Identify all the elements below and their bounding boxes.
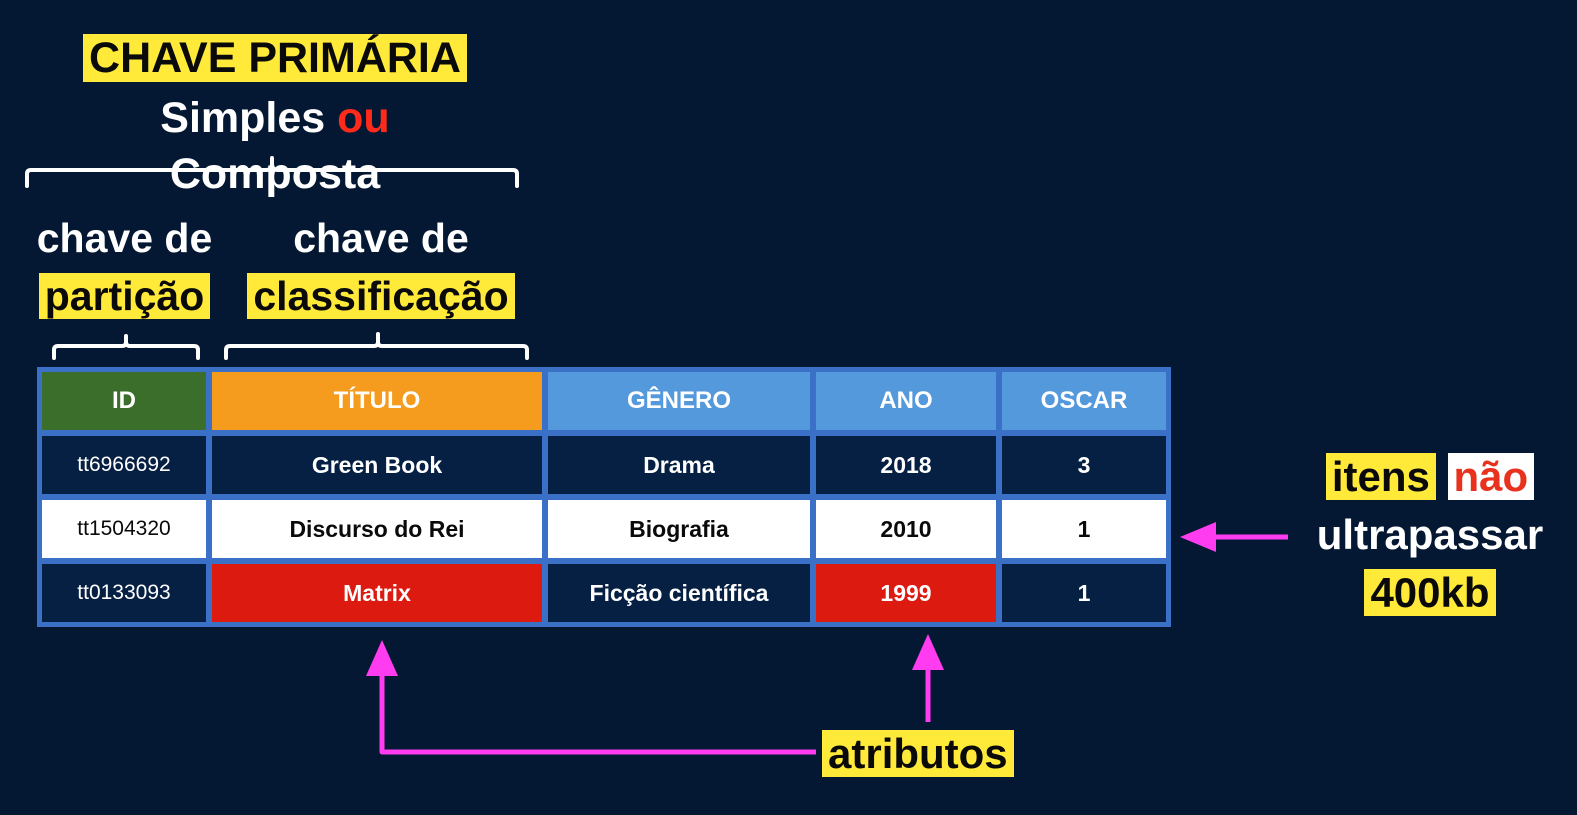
cell-oscar: 3	[1002, 436, 1166, 494]
attr-arrow-year-head	[912, 634, 944, 670]
cell-title: Discurso do Rei	[212, 500, 542, 558]
item-note-word-not: não	[1447, 453, 1535, 500]
partition-key-line2: partição	[38, 273, 211, 319]
primary-key-title-block: CHAVE PRIMÁRIA Simples ou Composta	[60, 30, 490, 202]
primary-key-title: CHAVE PRIMÁRIA	[83, 34, 467, 82]
primary-key-or: ou	[337, 94, 390, 142]
cell-oscar: 1	[1002, 500, 1166, 558]
item-note-size-limit: 400kb	[1364, 569, 1496, 616]
header-year: ANO	[816, 372, 996, 430]
attributes-label-block: atributos	[822, 726, 1014, 782]
sort-key-brace	[224, 332, 529, 360]
cell-id: tt1504320	[42, 500, 206, 558]
item-arrow-head	[1180, 522, 1216, 552]
cell-title: Green Book	[212, 436, 542, 494]
movies-table: ID TÍTULO GÊNERO ANO OSCAR tt6966692 Gre…	[36, 366, 1172, 628]
header-genre: GÊNERO	[548, 372, 810, 430]
cell-genre: Biografia	[548, 500, 810, 558]
attr-arrow-title-line	[379, 670, 816, 755]
cell-genre: Drama	[548, 436, 810, 494]
attributes-label: atributos	[822, 730, 1014, 777]
header-title: TÍTULO	[212, 372, 542, 430]
cell-title: Matrix	[212, 564, 542, 622]
sort-key-line1: chave de	[293, 215, 469, 261]
cell-year: 2010	[816, 500, 996, 558]
header-oscar: OSCAR	[1002, 372, 1166, 430]
item-note-word-exceed: ultrapassar	[1316, 511, 1544, 558]
table-row: tt0133093 Matrix Ficção científica 1999 …	[42, 564, 1166, 622]
cell-id: tt0133093	[42, 564, 206, 622]
item-note-word-items: itens	[1325, 453, 1436, 500]
table-row: tt6966692 Green Book Drama 2018 3	[42, 436, 1166, 494]
partition-key-brace	[52, 334, 200, 360]
header-id: ID	[42, 372, 206, 430]
primary-key-composite: Composta	[169, 150, 381, 198]
table-header-row: ID TÍTULO GÊNERO ANO OSCAR	[42, 372, 1166, 430]
cell-oscar: 1	[1002, 564, 1166, 622]
cell-year: 1999	[816, 564, 996, 622]
table-row: tt1504320 Discurso do Rei Biografia 2010…	[42, 500, 1166, 558]
partition-key-line1: chave de	[36, 215, 213, 261]
item-size-note: itens não ultrapassar 400kb	[1300, 448, 1560, 622]
sort-key-label: chave de classificação	[236, 210, 526, 324]
cell-year: 2018	[816, 436, 996, 494]
movies-table-frame: ID TÍTULO GÊNERO ANO OSCAR tt6966692 Gre…	[37, 367, 1171, 627]
cell-genre: Ficção científica	[548, 564, 810, 622]
primary-key-simple: Simples	[160, 94, 326, 142]
partition-key-label: chave de partição	[22, 210, 227, 324]
sort-key-line2: classificação	[247, 273, 515, 319]
cell-id: tt6966692	[42, 436, 206, 494]
attr-arrow-title-head	[366, 640, 398, 676]
